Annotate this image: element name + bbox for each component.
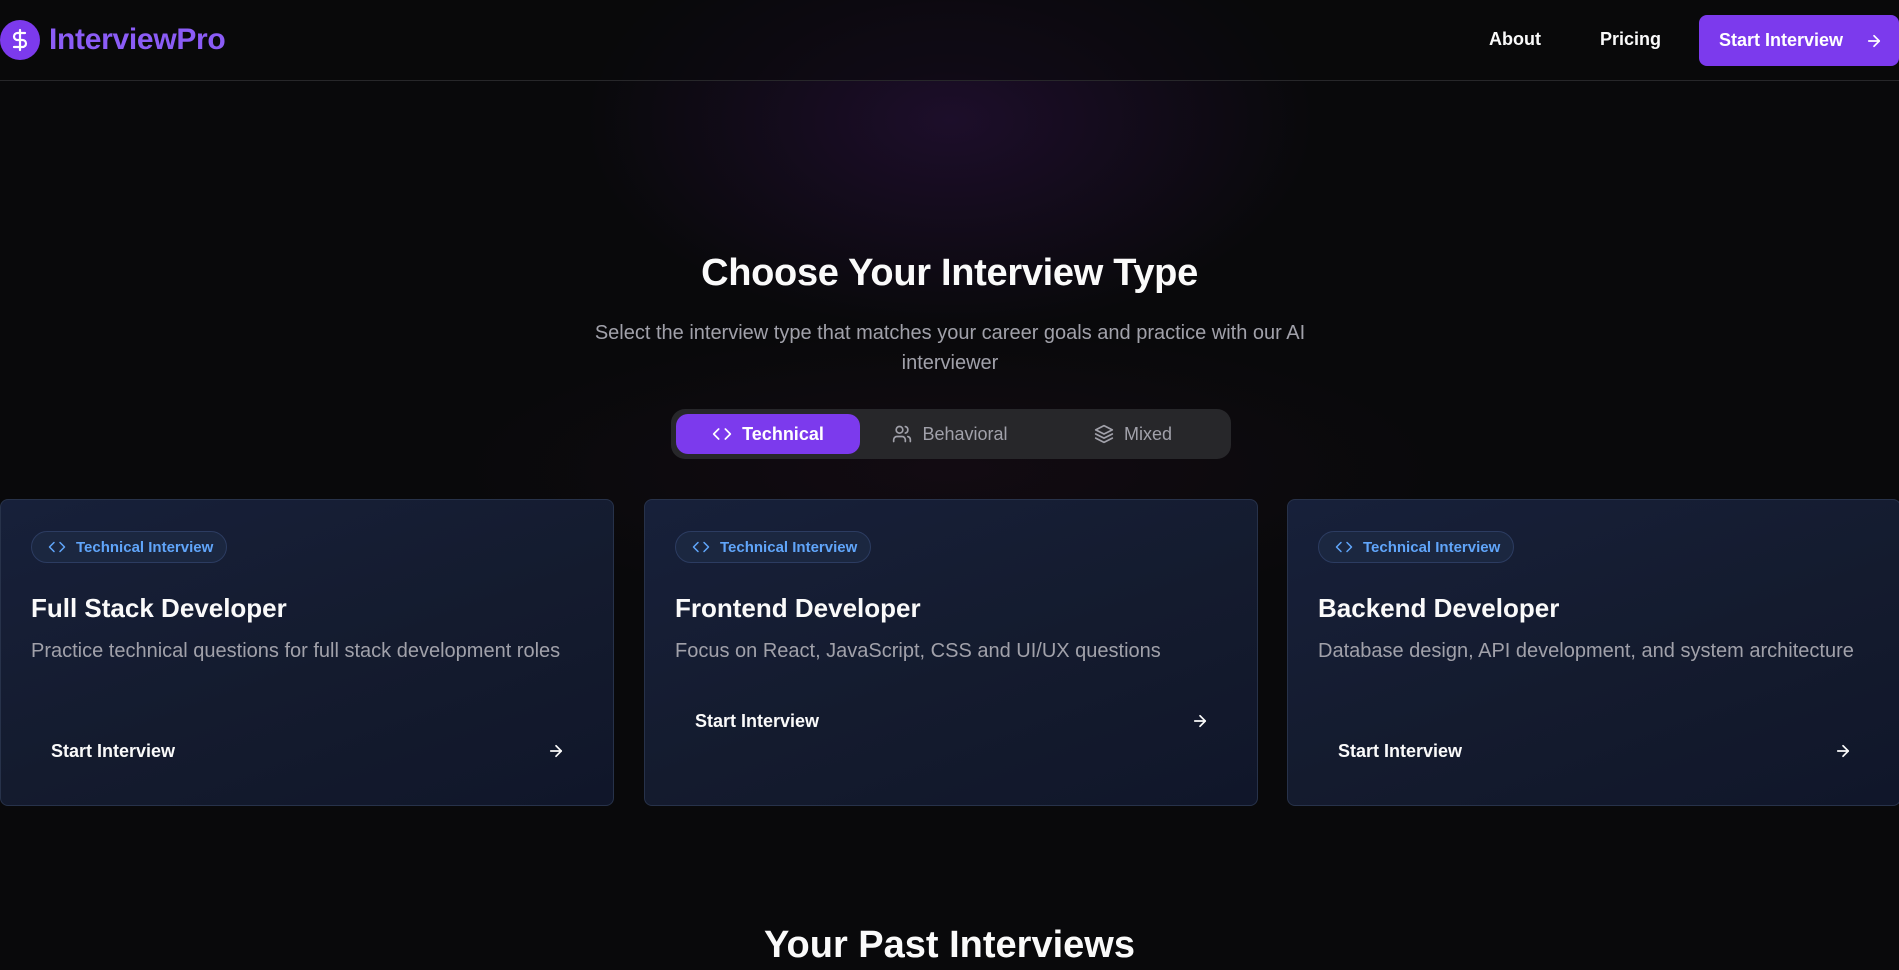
top-navbar: InterviewPro About Pricing Start Intervi…: [0, 0, 1899, 81]
card-description: Focus on React, JavaScript, CSS and UI/U…: [675, 640, 1161, 662]
tab-mixed[interactable]: Mixed: [1040, 414, 1226, 454]
card-description: Practice technical questions for full st…: [31, 640, 561, 662]
technical-interview-badge: Technical Interview: [1318, 531, 1515, 563]
arrow-right-icon: [1834, 742, 1852, 760]
technical-interview-badge: Technical Interview: [675, 531, 872, 563]
brand-name: InterviewPro: [49, 23, 226, 56]
card-title: Frontend Developer: [675, 593, 921, 623]
brand[interactable]: InterviewPro: [0, 20, 226, 60]
interview-card-backend[interactable]: Technical Interview Backend Developer Da…: [1287, 499, 1899, 806]
past-interviews-title: Your Past Interviews: [764, 924, 1135, 966]
card-title: Backend Developer: [1318, 593, 1560, 623]
card-description: Database design, API development, and sy…: [1318, 640, 1854, 662]
users-icon: [892, 424, 912, 444]
card-button-label: Start Interview: [51, 740, 176, 761]
card-start-interview-button[interactable]: Start Interview: [675, 698, 1229, 744]
tab-label: Behavioral: [922, 423, 1008, 444]
tab-technical[interactable]: Technical: [676, 414, 860, 454]
badge-label: Technical Interview: [76, 538, 214, 556]
arrow-right-icon: [1865, 32, 1883, 50]
badge-label: Technical Interview: [1363, 538, 1501, 556]
card-button-label: Start Interview: [1338, 740, 1463, 761]
code-icon: [46, 538, 68, 556]
interview-card-frontend[interactable]: Technical Interview Frontend Developer F…: [644, 499, 1258, 806]
interview-card-full-stack[interactable]: Technical Interview Full Stack Developer…: [0, 499, 614, 806]
section-title: Choose Your Interview Type: [701, 252, 1198, 294]
dollar-icon: [0, 20, 40, 60]
card-button-label: Start Interview: [695, 710, 820, 731]
card-start-interview-button[interactable]: Start Interview: [31, 728, 585, 774]
start-interview-label: Start Interview: [1719, 30, 1844, 50]
code-icon: [1333, 538, 1355, 556]
card-title: Full Stack Developer: [31, 593, 287, 623]
tab-label: Mixed: [1123, 423, 1172, 444]
tab-behavioral[interactable]: Behavioral: [860, 414, 1040, 454]
code-icon: [712, 424, 732, 444]
section-subtitle: Select the interview type that matches y…: [594, 322, 1306, 374]
arrow-right-icon: [547, 742, 565, 760]
interview-type-tabs: Technical Behavioral Mixed: [671, 409, 1231, 459]
badge-label: Technical Interview: [720, 538, 858, 556]
layers-icon: [1094, 424, 1114, 444]
background-glow: [0, 0, 1899, 970]
technical-interview-badge: Technical Interview: [31, 531, 228, 563]
tab-label: Technical: [742, 423, 824, 444]
arrow-right-icon: [1191, 712, 1209, 730]
code-icon: [690, 538, 712, 556]
nav-about-link[interactable]: About: [1489, 29, 1541, 50]
card-start-interview-button[interactable]: Start Interview: [1318, 728, 1872, 774]
nav-pricing-link[interactable]: Pricing: [1600, 29, 1661, 50]
start-interview-button[interactable]: Start Interview: [1699, 15, 1899, 66]
